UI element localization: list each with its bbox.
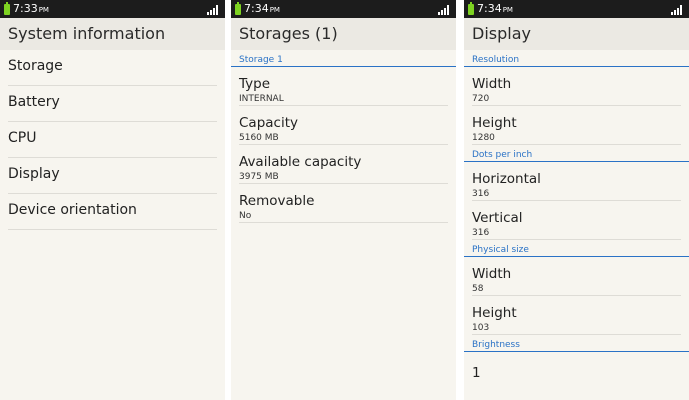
- page-title: System information: [0, 18, 225, 50]
- detail-value: 720: [472, 94, 490, 104]
- status-time: 7:33PM: [13, 1, 49, 18]
- section-header-storage-1: Storage 1: [231, 53, 456, 67]
- screen-storages: 7:34PM Storages (1) Storage 1 Type INTER…: [231, 0, 456, 400]
- menu-item-battery[interactable]: Battery: [8, 86, 217, 122]
- detail-value: 316: [472, 228, 490, 238]
- status-time: 7:34PM: [244, 1, 280, 18]
- battery-icon: [468, 2, 474, 15]
- status-time: 7:34PM: [477, 1, 513, 18]
- detail-row-width: Width 58: [472, 257, 681, 296]
- ampm-text: PM: [502, 6, 513, 14]
- detail-value: No: [239, 211, 252, 221]
- detail-row-height: Height 103: [472, 296, 681, 335]
- menu-item-display[interactable]: Display: [8, 158, 217, 194]
- detail-value: INTERNAL: [239, 94, 284, 104]
- status-bar: 7:34PM: [464, 0, 689, 18]
- detail-value: 58: [472, 284, 484, 294]
- detail-label: Width: [472, 266, 512, 282]
- detail-label: Available capacity: [239, 154, 362, 170]
- detail-label: Removable: [239, 193, 315, 209]
- detail-row-width: Width 720: [472, 67, 681, 106]
- detail-row-horizontal: Horizontal 316: [472, 162, 681, 201]
- detail-row-capacity: Capacity 5160 MB: [239, 106, 448, 145]
- detail-label: 1: [472, 365, 481, 381]
- detail-row-removable: Removable No: [239, 184, 448, 223]
- battery-icon: [235, 2, 241, 15]
- menu-item-storage[interactable]: Storage: [8, 50, 217, 86]
- detail-label: Capacity: [239, 115, 298, 131]
- ampm-text: PM: [269, 6, 280, 14]
- detail-value: 316: [472, 189, 490, 199]
- section-header-physical-size: Physical size: [464, 243, 689, 257]
- detail-row-brightness: 1: [472, 352, 681, 394]
- section-header-brightness: Brightness: [464, 338, 689, 352]
- signal-icon: [438, 5, 450, 15]
- screen-system-information: 7:33PM System information Storage Batter…: [0, 0, 225, 400]
- menu-item-cpu[interactable]: CPU: [8, 122, 217, 158]
- section-header-resolution: Resolution: [464, 53, 689, 67]
- screen-display: 7:34PM Display Resolution Width 720 Heig…: [464, 0, 689, 400]
- detail-label: Vertical: [472, 210, 523, 226]
- menu-item-device-orientation[interactable]: Device orientation: [8, 194, 217, 230]
- section-header-dots-per-inch: Dots per inch: [464, 148, 689, 162]
- detail-label: Horizontal: [472, 171, 541, 187]
- detail-label: Width: [472, 76, 512, 92]
- page-title: Storages (1): [231, 18, 456, 50]
- detail-value: 1280: [472, 133, 495, 143]
- detail-row-type: Type INTERNAL: [239, 67, 448, 106]
- detail-row-height: Height 1280: [472, 106, 681, 145]
- detail-label: Type: [239, 76, 271, 92]
- status-bar: 7:34PM: [231, 0, 456, 18]
- time-text: 7:34: [477, 2, 502, 15]
- detail-value: 3975 MB: [239, 172, 279, 182]
- detail-value: 5160 MB: [239, 133, 279, 143]
- detail-row-available-capacity: Available capacity 3975 MB: [239, 145, 448, 184]
- time-text: 7:33: [13, 2, 38, 15]
- signal-icon: [671, 5, 683, 15]
- detail-value: 103: [472, 323, 490, 333]
- detail-label: Height: [472, 305, 517, 321]
- ampm-text: PM: [38, 6, 49, 14]
- signal-icon: [207, 5, 219, 15]
- detail-label: Height: [472, 115, 517, 131]
- page-title: Display: [464, 18, 689, 50]
- time-text: 7:34: [244, 2, 269, 15]
- battery-icon: [4, 2, 10, 15]
- status-bar: 7:33PM: [0, 0, 225, 18]
- detail-row-vertical: Vertical 316: [472, 201, 681, 240]
